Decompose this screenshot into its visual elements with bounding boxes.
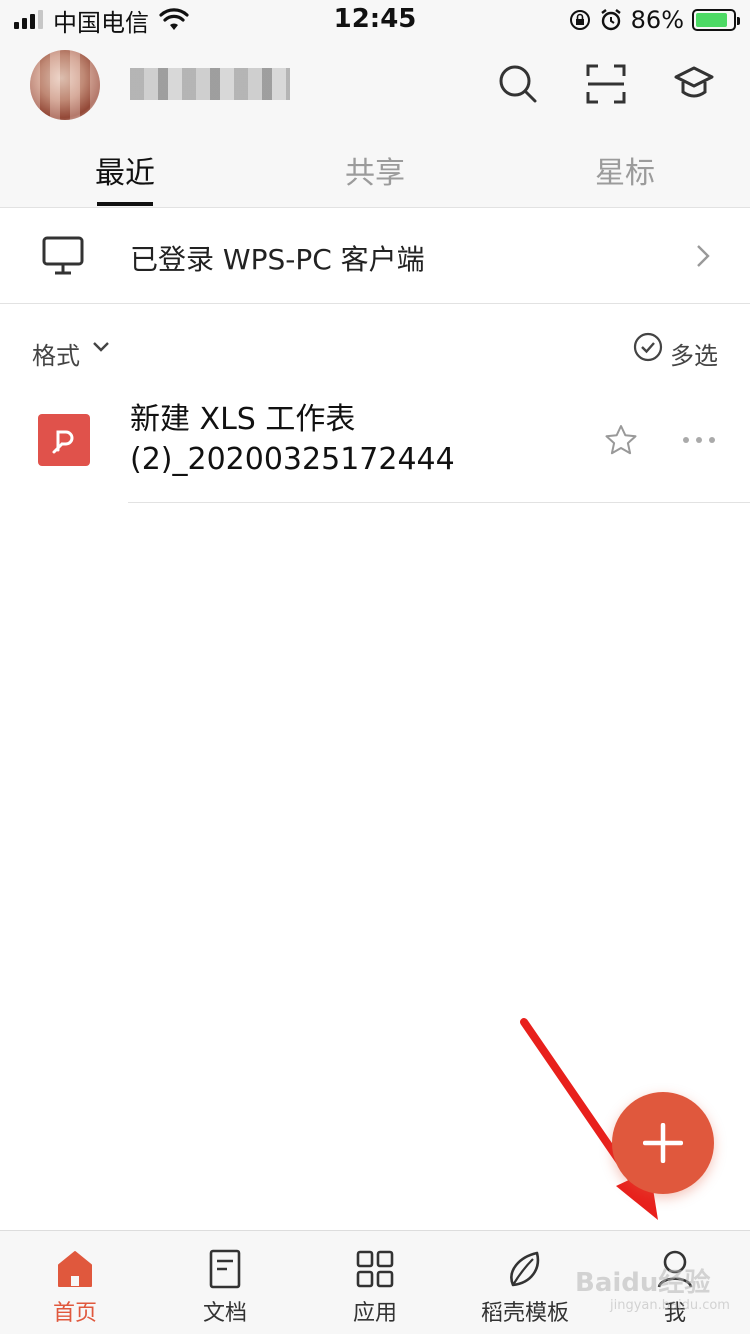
- chevron-right-icon: [697, 245, 710, 267]
- add-button[interactable]: [612, 1092, 714, 1194]
- user-avatar[interactable]: [30, 50, 100, 120]
- file-name: 新建 XLS 工作表 (2)_20200325172444: [130, 400, 570, 480]
- nav-apps[interactable]: 应用: [300, 1231, 450, 1334]
- pc-login-text: 已登录 WPS-PC 客户端: [130, 243, 425, 276]
- search-icon[interactable]: [496, 62, 540, 106]
- tab-active-indicator: [97, 202, 153, 206]
- apps-grid-icon: [356, 1250, 394, 1288]
- divider: [128, 502, 750, 503]
- graduation-cap-icon[interactable]: [672, 62, 716, 106]
- alarm-icon: [600, 9, 621, 31]
- nav-label: 文档: [202, 1301, 247, 1326]
- rotation-lock-icon: [569, 10, 590, 30]
- document-icon: [209, 1249, 241, 1289]
- file-name-line2: (2)_20200325172444: [130, 442, 455, 477]
- wps-pdf-icon: [38, 414, 90, 466]
- header: 最近 共享 星标: [0, 40, 750, 208]
- scan-icon[interactable]: [584, 62, 628, 106]
- watermark: Baidu经验: [575, 1268, 711, 1298]
- battery-icon: [692, 9, 740, 31]
- multi-select-button[interactable]: 多选: [670, 336, 718, 371]
- watermark-sub: jingyan.baidu.com: [610, 1298, 730, 1313]
- tab-bar: 最近 共享 星标: [0, 140, 750, 208]
- check-circle-icon[interactable]: [633, 332, 663, 362]
- filter-row: 格式 多选: [0, 320, 750, 380]
- nav-label: 首页: [52, 1301, 97, 1326]
- status-bar: 中国电信 12:45 86%: [0, 0, 750, 40]
- nav-documents[interactable]: 文档: [150, 1231, 300, 1334]
- battery-percent: 86%: [630, 6, 684, 34]
- more-options-icon[interactable]: [682, 436, 716, 444]
- pc-login-row[interactable]: 已登录 WPS-PC 客户端: [0, 208, 750, 304]
- nav-label: 应用: [352, 1301, 397, 1326]
- home-icon: [58, 1251, 92, 1287]
- nav-home[interactable]: 首页: [0, 1231, 150, 1334]
- leaf-icon: [510, 1251, 540, 1287]
- status-right: 86%: [569, 6, 740, 34]
- file-name-line1: 新建 XLS 工作表: [130, 402, 356, 437]
- nav-label: 稻壳模板: [480, 1301, 569, 1326]
- list-item[interactable]: 新建 XLS 工作表 (2)_20200325172444: [0, 390, 750, 504]
- format-filter[interactable]: 格式: [32, 336, 80, 371]
- tab-shared[interactable]: 共享: [315, 148, 435, 192]
- star-icon[interactable]: [604, 424, 638, 456]
- monitor-icon: [42, 236, 84, 275]
- tab-recent[interactable]: 最近: [65, 148, 185, 192]
- plus-icon: [643, 1123, 683, 1163]
- user-name-blurred: [130, 68, 290, 100]
- tab-starred[interactable]: 星标: [565, 148, 685, 192]
- chevron-down-icon[interactable]: [92, 340, 110, 354]
